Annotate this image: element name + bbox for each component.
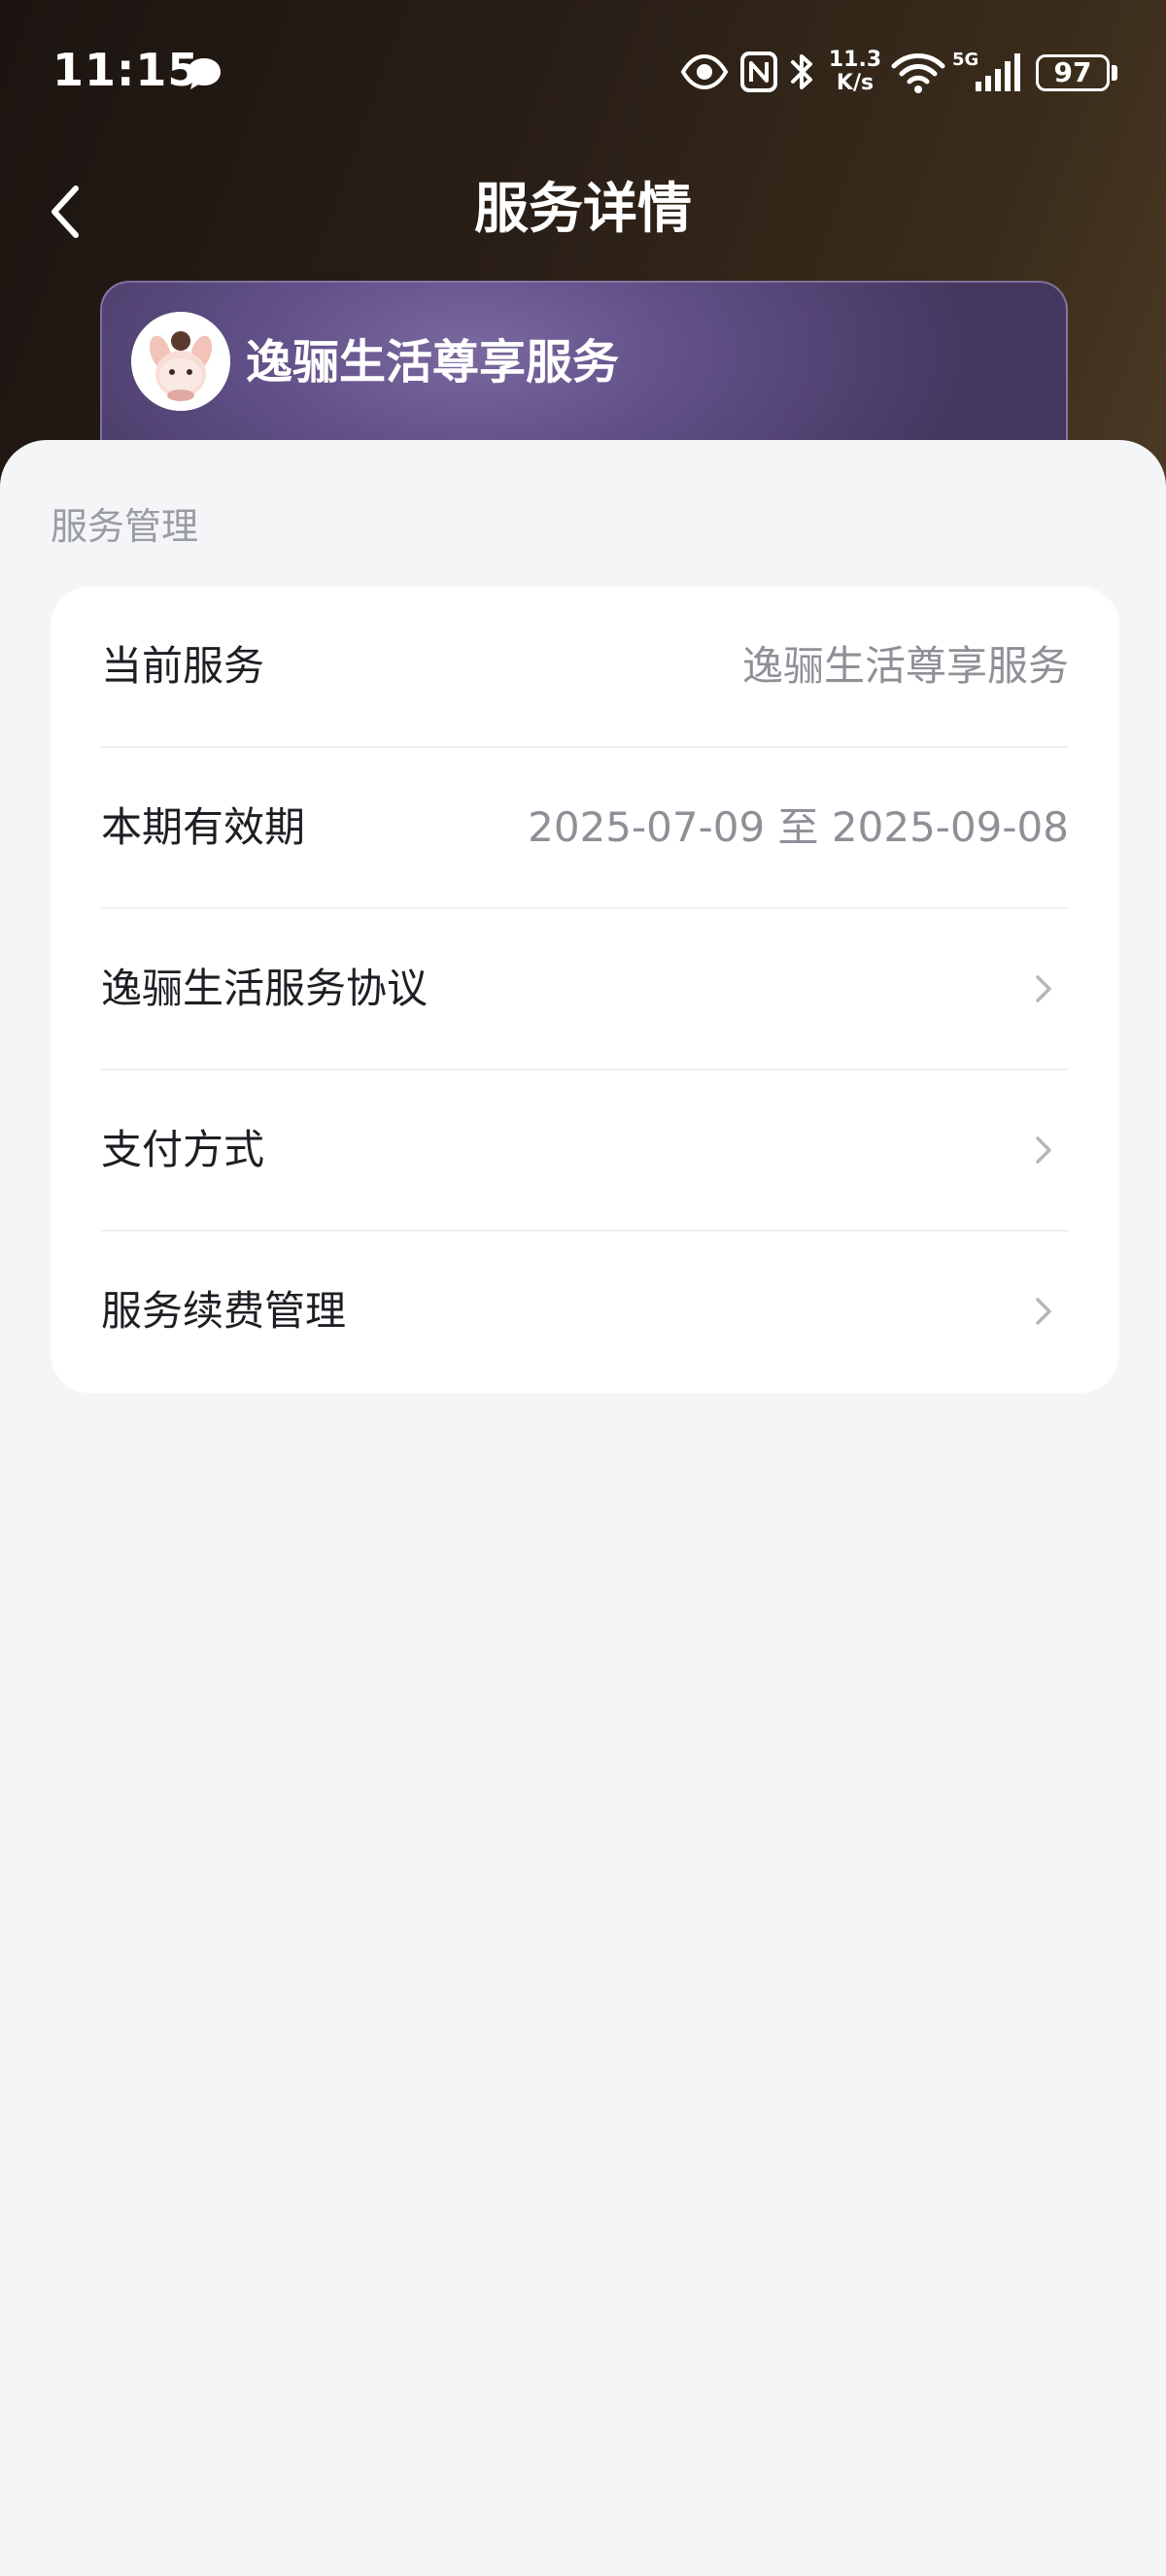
battery-cap [1112,65,1117,81]
row-value: 2025-07-09 至 2025-09-08 [528,803,1069,851]
bluetooth-icon [791,54,812,89]
wifi-icon [891,53,945,93]
validity-period-row: 本期有效期 2025-07-09 至 2025-09-08 [101,748,1069,909]
chevron-right-icon [1036,975,1051,1002]
net-speed-value: 11.3 [828,48,882,72]
status-time: 11:15 [52,44,200,96]
battery-level: 97 [1053,56,1092,88]
service-management-list: 当前服务 逸骊生活尊享服务 本期有效期 2025-07-09 至 2025-09… [51,587,1119,1393]
row-label: 服务续费管理 [101,1287,347,1335]
renewal-management-row[interactable]: 服务续费管理 [101,1232,1069,1393]
payment-method-row[interactable]: 支付方式 [101,1070,1069,1232]
net-speed-unit: K/s [836,71,874,95]
net-speed: 11.3 K/s [828,49,882,95]
current-service-row: 当前服务 逸骊生活尊享服务 [101,587,1069,748]
chevron-right-icon [1036,1136,1051,1164]
page-title: 服务详情 [474,178,692,241]
nfc-icon [740,51,777,92]
message-icon [188,58,221,89]
eye-comfort-icon [680,53,729,90]
mascot-avatar [131,312,230,411]
battery-icon: 97 [1036,54,1110,91]
row-label: 逸骊生活服务协议 [101,965,429,1012]
chevron-right-icon [1036,1298,1051,1325]
status-bar: 11:15 11.3 K/s 5G 97 [0,0,1166,146]
row-value: 逸骊生活尊享服务 [741,642,1069,690]
row-label: 当前服务 [101,642,265,690]
row-label: 本期有效期 [101,803,306,851]
mascot-icon [131,312,230,411]
row-label: 支付方式 [101,1126,265,1173]
service-agreement-row[interactable]: 逸骊生活服务协议 [101,909,1069,1070]
section-title: 服务管理 [51,505,199,548]
signal-icon [976,53,1020,91]
service-name: 逸骊生活尊享服务 [246,335,620,390]
